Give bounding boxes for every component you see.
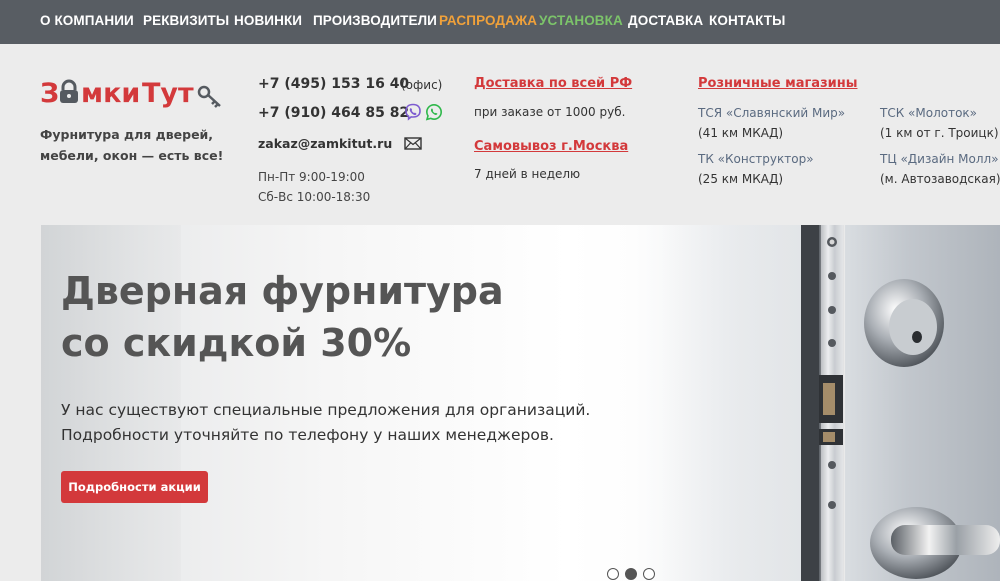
store-name-konstruktor[interactable]: ТК «Конструктор» bbox=[698, 152, 814, 166]
logo-graphic: З мки Тут bbox=[40, 78, 221, 109]
promo-details-button[interactable]: Подробности акции bbox=[61, 471, 208, 503]
hero-text-line-1: У нас существуют специальные предложения… bbox=[61, 401, 591, 419]
nav-item-delivery[interactable]: ДОСТАВКА bbox=[628, 13, 703, 28]
hero-title-line-2: со скидкой 30% bbox=[61, 321, 412, 365]
hero-title-line-1: Дверная фурнитура bbox=[61, 269, 504, 313]
top-navigation: О КОМПАНИИ РЕКВИЗИТЫ НОВИНКИ ПРОИЗВОДИТЕ… bbox=[0, 0, 1000, 44]
site-header: З мки Тут Фурнитура для дверей, мебели, … bbox=[0, 44, 1000, 225]
site-logo[interactable]: З мки Тут bbox=[40, 74, 230, 110]
hero-text-line-2: Подробности уточняйте по телефону у наши… bbox=[61, 426, 554, 444]
logo-letters-mki: мки bbox=[81, 78, 140, 109]
nav-item-about[interactable]: О КОМПАНИИ bbox=[40, 13, 134, 28]
delivery-note: при заказе от 1000 руб. bbox=[474, 105, 626, 119]
padlock-icon bbox=[60, 79, 78, 103]
site-tagline: Фурнитура для дверей, мебели, окон — ест… bbox=[40, 124, 230, 166]
store-addr-design-mall: (м. Автозаводская) bbox=[880, 172, 1000, 186]
nav-item-manufacturers[interactable]: ПРОИЗВОДИТЕЛИ bbox=[313, 13, 437, 28]
key-icon bbox=[197, 85, 221, 108]
nav-item-new[interactable]: НОВИНКИ bbox=[234, 13, 302, 28]
envelope-icon[interactable] bbox=[404, 137, 422, 150]
hours-weekend: Сб-Вс 10:00-18:30 bbox=[258, 190, 371, 204]
door-lock-illustration bbox=[801, 225, 1000, 581]
store-addr-slavyansky: (41 км МКАД) bbox=[698, 126, 784, 140]
phone-mobile[interactable]: +7 (910) 464 85 82 bbox=[258, 105, 409, 121]
nav-item-sale[interactable]: РАСПРОДАЖА bbox=[439, 13, 537, 28]
store-name-slavyansky[interactable]: ТСЯ «Славянский Мир» bbox=[698, 106, 845, 120]
email-link[interactable]: zakaz@zamkitut.ru bbox=[258, 136, 392, 151]
store-addr-konstruktor: (25 км МКАД) bbox=[698, 172, 784, 186]
phone-office-note: (офис) bbox=[401, 78, 443, 92]
phone-office[interactable]: +7 (495) 153 16 40 bbox=[258, 76, 409, 92]
hero-title: Дверная фурнитура со скидкой 30% bbox=[61, 265, 504, 369]
logo-letter-z: З bbox=[40, 78, 59, 109]
nav-item-installation[interactable]: УСТАНОВКА bbox=[539, 13, 623, 28]
viber-icon[interactable] bbox=[404, 103, 422, 121]
slider-dot-1[interactable] bbox=[607, 568, 619, 580]
store-addr-molotok: (1 км от г. Троицк) bbox=[880, 126, 999, 140]
delivery-link[interactable]: Доставка по всей РФ bbox=[474, 76, 632, 91]
slider-dot-2[interactable] bbox=[625, 568, 637, 580]
store-name-design-mall[interactable]: ТЦ «Дизайн Молл» bbox=[880, 152, 999, 166]
stores-heading-link[interactable]: Розничные магазины bbox=[698, 76, 857, 91]
hero-banner[interactable]: Дверная фурнитура со скидкой 30% У нас с… bbox=[41, 225, 1000, 581]
nav-item-contacts[interactable]: КОНТАКТЫ bbox=[709, 13, 785, 28]
nav-item-requisites[interactable]: РЕКВИЗИТЫ bbox=[143, 13, 229, 28]
logo-letters-tut: Тут bbox=[142, 78, 194, 109]
tagline-line-2: мебели, окон — есть все! bbox=[40, 148, 224, 163]
hours-weekdays: Пн-Пт 9:00-19:00 bbox=[258, 170, 365, 184]
pickup-link[interactable]: Самовывоз г.Москва bbox=[474, 139, 628, 154]
slider-dot-3[interactable] bbox=[643, 568, 655, 580]
pickup-note: 7 дней в неделю bbox=[474, 167, 581, 181]
tagline-line-1: Фурнитура для дверей, bbox=[40, 127, 214, 142]
hero-description: У нас существуют специальные предложения… bbox=[61, 398, 590, 448]
store-name-molotok[interactable]: ТСК «Молоток» bbox=[880, 106, 977, 120]
whatsapp-icon[interactable] bbox=[425, 103, 443, 121]
